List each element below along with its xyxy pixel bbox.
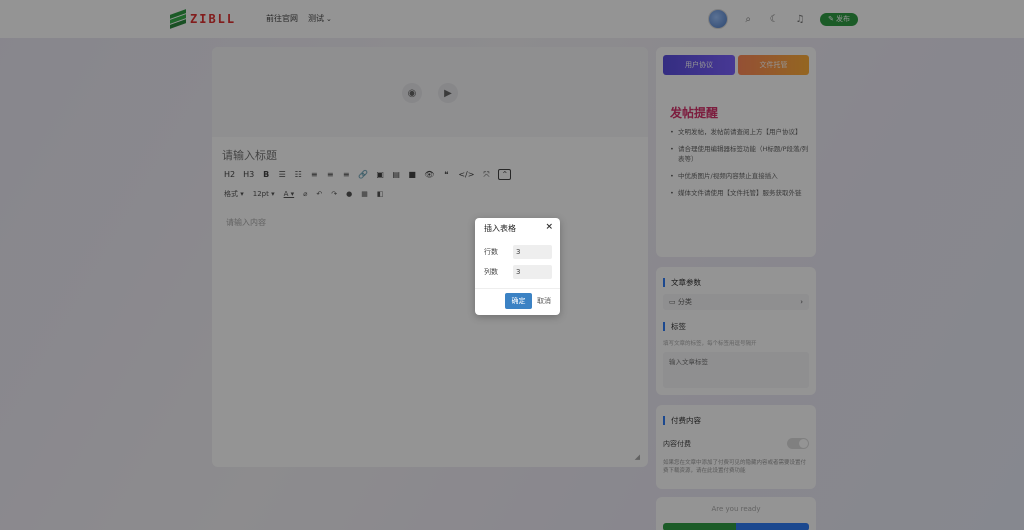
divider [475, 288, 560, 289]
dialog-title: 插入表格 [484, 224, 516, 233]
confirm-button[interactable]: 确定 [505, 293, 532, 309]
page: ZIBLL 前往官网 测试⌄ ⌕ ☾ ♫ ✎ 发布 ◉ ▶ H2 H3 B ☰ [0, 0, 1024, 530]
rows-input[interactable] [513, 245, 552, 259]
rows-field-row: 行数 [484, 245, 552, 259]
cols-field-row: 列数 [484, 265, 552, 279]
cancel-button[interactable]: 取消 [534, 293, 554, 309]
cols-label: 列数 [484, 268, 498, 276]
rows-label: 行数 [484, 248, 498, 256]
close-icon[interactable]: × [545, 222, 553, 232]
cols-input[interactable] [513, 265, 552, 279]
insert-table-dialog: 插入表格 × 行数 列数 确定 取消 [475, 218, 560, 315]
